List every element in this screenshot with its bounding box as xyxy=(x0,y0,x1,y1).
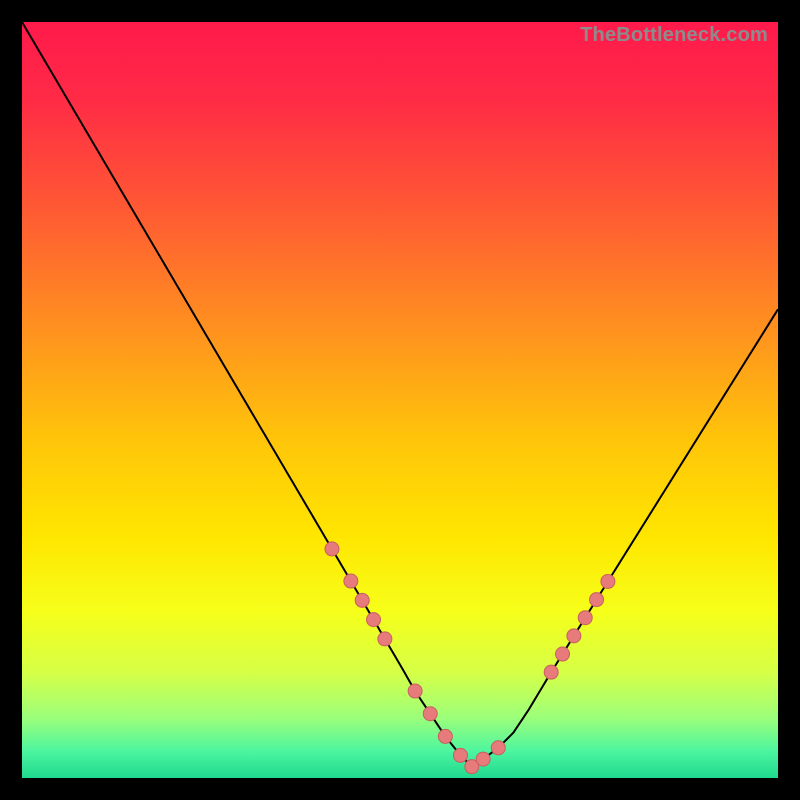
plot-area: TheBottleneck.com xyxy=(22,22,778,778)
highlight-dot xyxy=(476,752,490,766)
highlight-dot xyxy=(344,574,358,588)
highlight-dot xyxy=(355,593,369,607)
highlight-dot xyxy=(567,629,581,643)
chart-overlay xyxy=(22,22,778,778)
outer-black-frame: TheBottleneck.com xyxy=(0,0,800,800)
highlight-dot xyxy=(438,729,452,743)
highlight-dot xyxy=(601,574,615,588)
highlight-dot xyxy=(367,613,381,627)
highlight-dot xyxy=(491,741,505,755)
highlight-dot xyxy=(453,748,467,762)
highlight-dot xyxy=(325,542,339,556)
bottleneck-curve xyxy=(22,22,778,766)
highlight-dot xyxy=(423,707,437,721)
highlight-dot xyxy=(544,665,558,679)
highlight-dots xyxy=(325,542,615,774)
highlight-dot xyxy=(378,632,392,646)
highlight-dot xyxy=(578,611,592,625)
watermark-text: TheBottleneck.com xyxy=(580,24,768,47)
highlight-dot xyxy=(556,647,570,661)
highlight-dot xyxy=(590,593,604,607)
highlight-dot xyxy=(408,684,422,698)
